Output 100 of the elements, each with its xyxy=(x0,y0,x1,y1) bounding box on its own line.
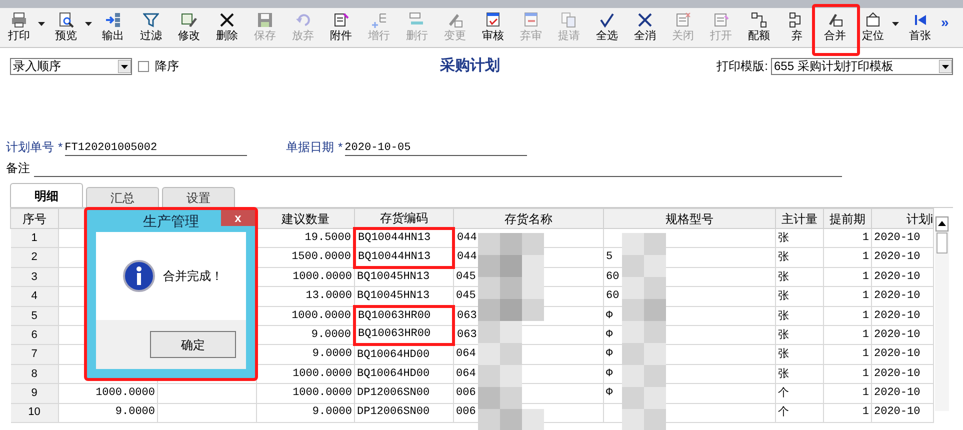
caret-icon[interactable] xyxy=(38,22,45,26)
add-row-icon xyxy=(371,12,387,28)
export-icon xyxy=(105,12,121,28)
funnel-icon xyxy=(143,12,159,28)
input-field[interactable]: 2020-10-05 xyxy=(344,141,527,156)
toolbar-button[interactable]: 删除 xyxy=(208,8,246,47)
table-cell: 3 xyxy=(10,267,58,287)
table-cell: BQ10045HN13 xyxy=(354,286,454,306)
table-cell: 张 xyxy=(776,228,824,248)
table-cell: 1000.0000 xyxy=(256,384,354,404)
caret-icon[interactable] xyxy=(892,22,899,26)
table-cell: 1000.0000 xyxy=(58,384,158,404)
table-cell: 2020-10 xyxy=(872,364,934,384)
checkbox[interactable] xyxy=(138,60,149,72)
required-mark: * xyxy=(58,139,63,156)
checkmarks-icon xyxy=(599,12,615,28)
document-icon xyxy=(713,12,729,28)
document-icon xyxy=(675,12,691,28)
sort-dropdown[interactable]: 录入顺序 xyxy=(10,58,132,74)
table-cell: 1 xyxy=(824,306,872,326)
column-header: 规格型号 xyxy=(604,208,776,228)
table-cell: 2020-10 xyxy=(872,344,934,364)
table-cell: 8 xyxy=(10,364,58,384)
skip-first-icon xyxy=(912,12,928,28)
copy-icon xyxy=(561,12,577,28)
tab[interactable]: 明细 xyxy=(10,183,83,207)
toolbar-button[interactable]: 预览 xyxy=(47,8,85,47)
table-cell: 2020-10 xyxy=(872,248,934,268)
crossed-marks-icon xyxy=(637,12,653,28)
table-cell: 2020-10 xyxy=(872,384,934,404)
toolbar-button[interactable]: 定位 xyxy=(854,8,892,47)
nodes-icon xyxy=(751,12,767,28)
table-cell: 张 xyxy=(776,364,824,384)
column-header: 存货名称 xyxy=(454,208,604,228)
toolbar-button[interactable]: 首张 xyxy=(901,8,939,47)
pencil-page-icon xyxy=(181,12,197,28)
toolbar-button[interactable]: 过滤 xyxy=(132,8,170,47)
toolbar-button[interactable]: 审核 xyxy=(474,8,512,47)
toolbar-button[interactable]: 全选 xyxy=(588,8,626,47)
toolbar-button[interactable]: 打印 xyxy=(0,8,38,47)
toolbar-button[interactable]: 修改 xyxy=(170,8,208,47)
table-cell: 张 xyxy=(776,306,824,326)
table-cell: 4 xyxy=(10,286,58,306)
info-icon xyxy=(123,260,155,292)
table-cell: 2020-10 xyxy=(872,228,934,248)
table-cell: 1 xyxy=(824,267,872,287)
toolbar-button[interactable]: 配额 xyxy=(740,8,778,47)
toolbar-button[interactable]: 合并 xyxy=(816,8,854,47)
tab[interactable]: 设置 xyxy=(162,187,235,207)
table-cell: BQ10044HN13 xyxy=(354,228,454,248)
table-cell: 1 xyxy=(824,228,872,248)
table-cell: 个 xyxy=(776,403,824,422)
table-cell: 张 xyxy=(776,344,824,364)
table-cell: 1 xyxy=(824,248,872,268)
tab[interactable]: 汇总 xyxy=(86,187,159,207)
field-label: 单据日期 xyxy=(286,139,334,156)
table-cell: 张 xyxy=(776,267,824,287)
table-cell: 张 xyxy=(776,248,824,268)
column-header: 序号 xyxy=(10,208,58,228)
column-header: 主计量 xyxy=(776,208,824,228)
table-cell: BQ10064HD00 xyxy=(354,344,454,364)
table-cell: 1 xyxy=(824,384,872,404)
dialog-title: 生产管理 xyxy=(143,212,199,230)
toolbar-button[interactable]: 弃 xyxy=(778,8,816,47)
table-cell: 1 xyxy=(824,364,872,384)
table-cell: 张 xyxy=(776,286,824,306)
ok-button[interactable]: 确定 xyxy=(150,331,236,358)
close-button[interactable]: x xyxy=(221,210,255,226)
dropdown-arrow-icon xyxy=(939,60,952,72)
table-cell: 2020-10 xyxy=(872,306,934,326)
dialog-message: 合并完成！ xyxy=(163,268,223,285)
table-cell: 2020-10 xyxy=(872,286,934,306)
required-mark: * xyxy=(338,139,343,156)
table-cell: 10 xyxy=(10,403,58,422)
table-cell: BQ10044HN13 xyxy=(354,248,454,268)
input-field[interactable]: FT120201005002 xyxy=(64,141,247,156)
table-cell: 5 xyxy=(10,306,58,326)
dropdown-arrow-icon xyxy=(118,60,131,72)
table-cell: BQ10045HN13 xyxy=(354,267,454,287)
caret-icon[interactable] xyxy=(85,22,92,26)
table-cell: 2020-10 xyxy=(872,267,934,287)
table-cell: 6 xyxy=(10,325,58,345)
table-cell: 9.0000 xyxy=(256,403,354,422)
table-cell: 1 xyxy=(824,286,872,306)
table-cell: 9.0000 xyxy=(58,403,158,422)
table-cell: DP12006SN00 xyxy=(354,403,454,422)
toolbar-button[interactable]: 输出 xyxy=(94,8,132,47)
column-header: 计划i xyxy=(872,208,934,228)
table-cell: 2020-10 xyxy=(872,325,934,345)
toolbar-button[interactable]: 附件 xyxy=(322,8,360,47)
template-dropdown[interactable]: 655 采购计划打印模板 xyxy=(771,58,953,74)
table-cell: 1 xyxy=(10,228,58,248)
toolbar-button[interactable]: 全消 xyxy=(626,8,664,47)
pencil-card-icon xyxy=(827,12,843,28)
page-title: 采购计划 xyxy=(440,56,500,76)
more-button[interactable]: » xyxy=(941,12,949,33)
pencil-icon xyxy=(447,12,463,28)
table-cell: 1 xyxy=(824,325,872,345)
column-header: 提前期 xyxy=(824,208,872,228)
table-cell: 2020-10 xyxy=(872,403,934,422)
